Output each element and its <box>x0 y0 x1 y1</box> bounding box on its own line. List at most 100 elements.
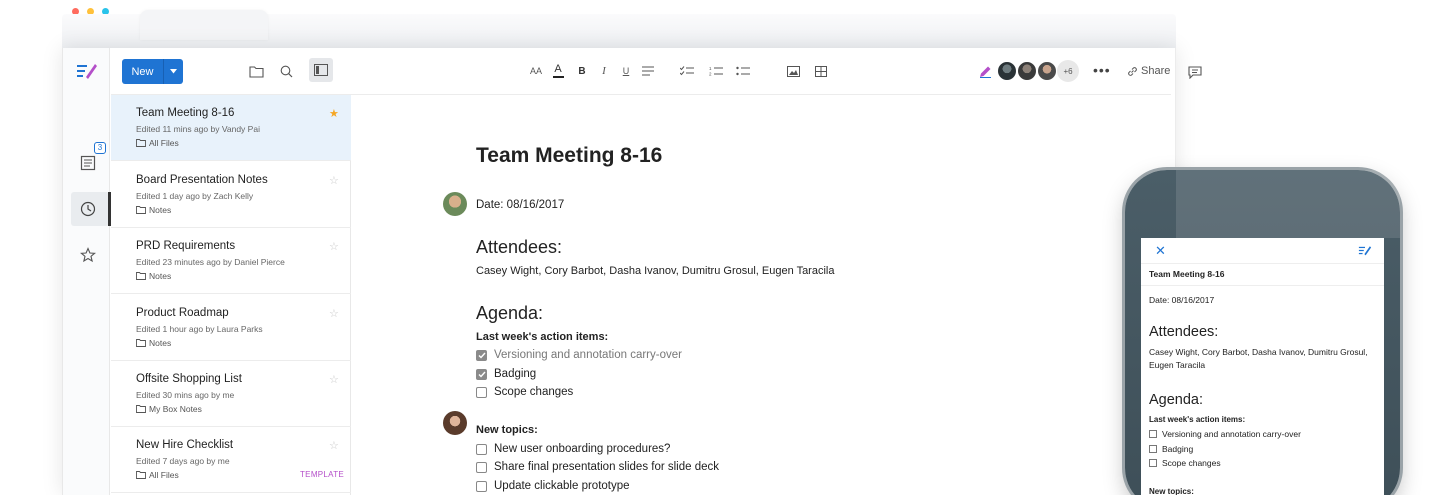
new-dropdown-caret-icon[interactable] <box>164 69 183 74</box>
phone-document-date[interactable]: Date: 08/16/2017 <box>1149 295 1214 305</box>
star-icon[interactable]: ☆ <box>329 240 339 253</box>
align-icon[interactable] <box>639 62 657 80</box>
attendees-heading[interactable]: Attendees: <box>476 237 562 258</box>
template-badge: TEMPLATE <box>300 470 345 479</box>
checklist-icon[interactable] <box>678 62 696 80</box>
checklist-item[interactable]: Scope changes <box>476 386 573 398</box>
more-options-icon[interactable]: ••• <box>1093 62 1111 78</box>
left-nav: 3 <box>63 48 111 495</box>
phone-new-topics-label[interactable]: New topics: <box>1149 487 1194 495</box>
checklist-item[interactable]: Badging <box>1149 444 1193 454</box>
file-name: Board Presentation Notes <box>136 174 268 186</box>
notes-count-badge: 3 <box>94 142 106 154</box>
checkbox[interactable] <box>476 349 487 361</box>
svg-text:2: 2 <box>709 72 712 77</box>
list-item[interactable]: Team Meeting 8-16 Edited 11 mins ago by … <box>111 95 351 161</box>
checklist-item-text: Scope changes <box>1162 458 1221 468</box>
checkbox[interactable] <box>1149 459 1157 467</box>
annotation-pen-icon[interactable] <box>979 65 992 78</box>
checkbox[interactable] <box>476 368 487 380</box>
checkbox[interactable] <box>1149 445 1157 453</box>
file-location: Notes <box>136 205 171 215</box>
recent-clock-icon[interactable] <box>77 198 99 220</box>
checklist-item[interactable]: Update clickable prototype <box>476 480 630 492</box>
bold-icon[interactable]: B <box>573 62 591 80</box>
underline-icon[interactable]: U <box>617 62 635 80</box>
phone-attendees-heading[interactable]: Attendees: <box>1149 324 1218 340</box>
file-meta: Edited 1 hour ago by Laura Parks <box>136 324 263 334</box>
file-location-label: Notes <box>149 205 172 215</box>
checkbox[interactable] <box>476 386 487 398</box>
new-button[interactable]: New <box>122 59 183 84</box>
star-icon[interactable]: ☆ <box>329 307 339 320</box>
checklist-item[interactable]: Versioning and annotation carry-over <box>476 349 682 361</box>
close-icon[interactable]: ✕ <box>1155 243 1166 259</box>
list-item[interactable]: Product Roadmap Edited 1 hour ago by Lau… <box>111 295 351 361</box>
text-color-icon[interactable]: A <box>549 62 567 80</box>
file-location-label: Notes <box>149 338 172 348</box>
sidebar-toggle-icon[interactable] <box>309 58 333 82</box>
file-name: PRD Requirements <box>136 240 236 252</box>
font-size-icon[interactable]: AA <box>527 62 545 80</box>
text-color-swatch <box>552 76 564 78</box>
checklist-item[interactable]: New user onboarding procedures? <box>476 443 670 455</box>
checkbox[interactable] <box>476 461 487 473</box>
file-location: All Files <box>136 138 179 148</box>
image-icon[interactable] <box>784 62 802 80</box>
file-name: Offsite Shopping List <box>136 373 242 385</box>
star-icon[interactable]: ☆ <box>329 439 339 452</box>
checkbox[interactable] <box>1149 430 1157 438</box>
document-title[interactable]: Team Meeting 8-16 <box>476 144 662 168</box>
checkbox[interactable] <box>476 480 487 492</box>
list-item[interactable]: PRD Requirements Edited 23 minutes ago b… <box>111 228 351 294</box>
checklist-item[interactable]: Badging <box>476 368 536 380</box>
file-location-label: My Box Notes <box>149 404 202 414</box>
numbered-list-icon[interactable]: 12 <box>707 62 725 80</box>
table-icon[interactable] <box>812 62 830 80</box>
checklist-item[interactable]: Versioning and annotation carry-over <box>1149 429 1301 439</box>
toolbar: New AA A B I U 12 +6 ••• Share <box>111 48 1202 95</box>
agenda-heading[interactable]: Agenda: <box>476 303 543 324</box>
browser-tab[interactable] <box>140 10 268 40</box>
share-button[interactable]: Share <box>1127 65 1170 77</box>
box-notes-logo-icon[interactable] <box>76 62 98 80</box>
phone-attendees-list[interactable]: Casey Wight, Cory Barbot, Dasha Ivanov, … <box>1149 346 1374 372</box>
avatar[interactable] <box>1036 60 1058 82</box>
checkbox[interactable] <box>476 443 487 455</box>
avatar[interactable] <box>1016 60 1038 82</box>
phone-agenda-heading[interactable]: Agenda: <box>1149 392 1203 408</box>
comment-icon[interactable] <box>1188 66 1202 84</box>
search-icon[interactable] <box>277 62 295 80</box>
star-icon[interactable]: ★ <box>329 107 339 120</box>
file-meta: Edited 7 days ago by me <box>136 456 230 466</box>
checklist-item-text: Share final presentation slides for slid… <box>494 461 720 473</box>
list-item[interactable]: Offsite Shopping List Edited 30 mins ago… <box>111 361 351 427</box>
more-collaborators-badge[interactable]: +6 <box>1057 60 1079 82</box>
list-item[interactable]: Board Presentation Notes Edited 1 day ag… <box>111 162 351 228</box>
avatar[interactable] <box>996 60 1018 82</box>
star-icon[interactable]: ☆ <box>329 373 339 386</box>
file-location: Notes <box>136 271 171 281</box>
folder-icon <box>136 471 146 479</box>
new-topics-label[interactable]: New topics: <box>476 424 538 436</box>
file-location: All Files <box>136 470 179 480</box>
star-icon[interactable]: ☆ <box>329 174 339 187</box>
checklist-item[interactable]: Share final presentation slides for slid… <box>476 461 719 473</box>
attendees-list[interactable]: Casey Wight, Cory Barbot, Dasha Ivanov, … <box>476 265 834 277</box>
file-list: Team Meeting 8-16 Edited 11 mins ago by … <box>111 95 351 495</box>
file-meta: Edited 11 mins ago by Vandy Pai <box>136 124 260 134</box>
document-date[interactable]: Date: 08/16/2017 <box>476 199 564 211</box>
checklist-item[interactable]: Scope changes <box>1149 458 1221 468</box>
last-week-label[interactable]: Last week's action items: <box>476 331 608 343</box>
folder-icon[interactable] <box>247 62 265 80</box>
avatar <box>443 192 467 216</box>
phone-last-week-label[interactable]: Last week's action items: <box>1149 415 1245 424</box>
list-item[interactable]: New Hire Checklist Edited 7 days ago by … <box>111 427 351 493</box>
favorites-star-icon[interactable] <box>77 244 99 266</box>
notes-list-icon[interactable] <box>77 152 99 174</box>
file-meta: Edited 23 minutes ago by Daniel Pierce <box>136 257 285 267</box>
link-icon <box>1128 66 1137 76</box>
bullet-list-icon[interactable] <box>734 62 752 80</box>
avatar <box>443 411 467 435</box>
italic-icon[interactable]: I <box>595 62 613 80</box>
